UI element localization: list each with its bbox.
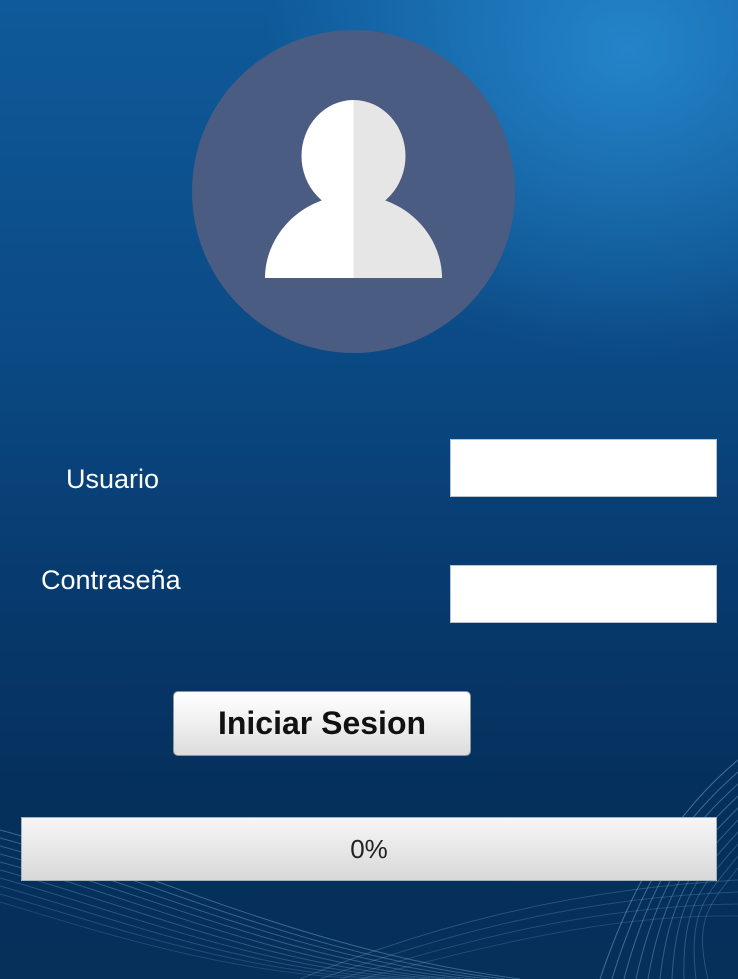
user-avatar [192, 30, 515, 353]
username-input[interactable] [450, 439, 717, 497]
username-label: Usuario [66, 464, 160, 494]
progress-bar: 0% [21, 817, 717, 881]
progress-text: 0% [350, 833, 388, 864]
login-button[interactable]: Iniciar Sesion [173, 691, 471, 756]
password-label: Contraseña [41, 565, 181, 595]
password-input[interactable] [450, 565, 717, 623]
user-avatar-icon [265, 100, 442, 278]
